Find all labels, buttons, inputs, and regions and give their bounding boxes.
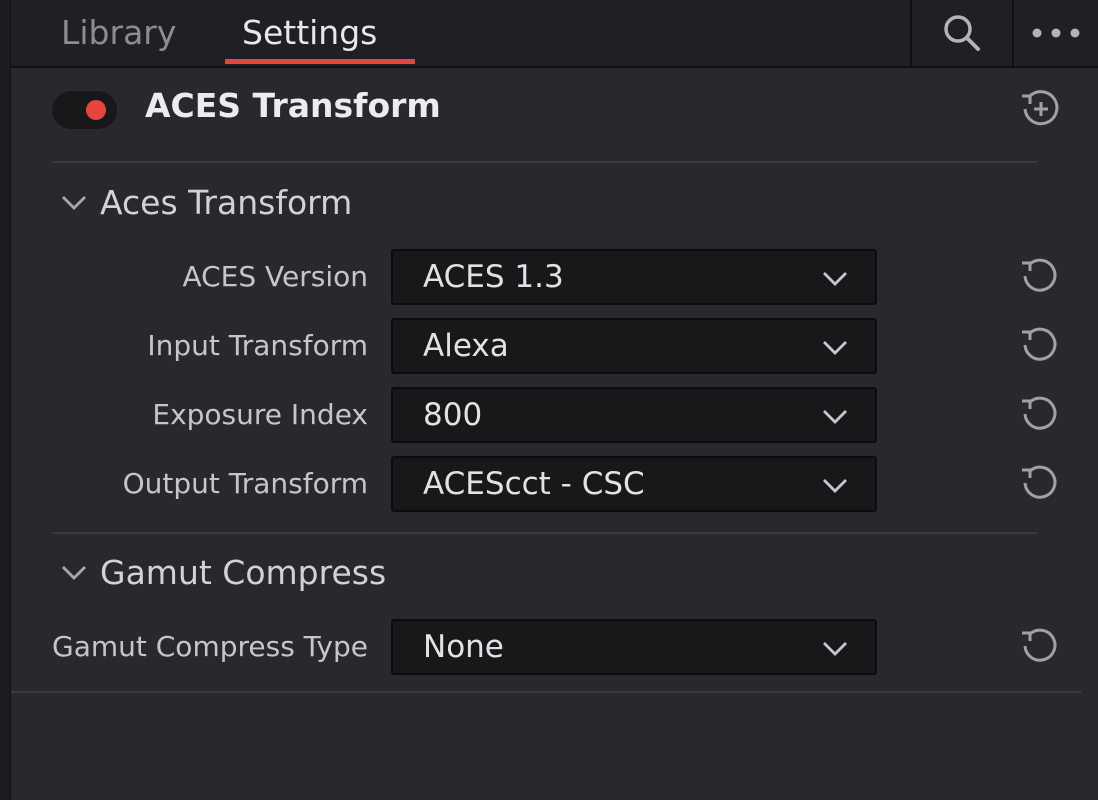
reset-icon — [1022, 396, 1057, 430]
output-transform-dropdown[interactable]: ACEScct - CSC — [391, 456, 877, 512]
header-reset-button[interactable] — [1015, 84, 1065, 134]
section-header-gamut-compress[interactable]: Gamut Compress — [58, 550, 386, 594]
input-transform-dropdown[interactable]: Alexa — [391, 318, 877, 374]
node-enable-toggle[interactable] — [52, 91, 117, 129]
tab-library[interactable]: Library — [61, 0, 176, 66]
section-header-aces-transform[interactable]: Aces Transform — [58, 180, 352, 224]
dropdown-value: Alexa — [423, 328, 509, 364]
reset-button[interactable] — [1016, 252, 1064, 300]
reset-icon — [1022, 258, 1057, 292]
more-horizontal-icon — [1032, 28, 1080, 38]
chevron-down-icon — [823, 479, 847, 493]
field-row-aces-version: ACES Version ACES 1.3 — [0, 249, 1098, 305]
chevron-down-icon — [823, 272, 847, 286]
dropdown-value: 800 — [423, 397, 483, 433]
more-options-button[interactable] — [1014, 0, 1098, 66]
reset-button[interactable] — [1016, 459, 1064, 507]
node-title: ACES Transform — [145, 86, 441, 125]
field-label: Output Transform — [122, 467, 368, 500]
section-title: Gamut Compress — [100, 552, 387, 592]
chevron-down-icon — [62, 196, 86, 210]
reset-button[interactable] — [1016, 390, 1064, 438]
reset-button[interactable] — [1016, 321, 1064, 369]
chevron-down-icon — [62, 566, 86, 580]
reset-add-icon — [1022, 90, 1059, 126]
active-tab-indicator — [225, 59, 415, 64]
search-button[interactable] — [912, 0, 1012, 66]
reset-button[interactable] — [1016, 622, 1064, 670]
chevron-down-icon — [823, 642, 847, 656]
reset-icon — [1022, 327, 1057, 361]
field-label: Gamut Compress Type — [52, 630, 368, 663]
toggle-indicator — [86, 100, 106, 120]
chevron-down-icon — [823, 410, 847, 424]
field-row-output-transform: Output Transform ACEScct - CSC — [0, 456, 1098, 512]
dropdown-value: ACEScct - CSC — [423, 466, 645, 502]
search-icon — [944, 15, 980, 51]
section-divider — [52, 161, 1037, 163]
section-divider — [52, 532, 1037, 534]
field-row-gamut-compress-type: Gamut Compress Type None — [0, 619, 1098, 675]
gamut-compress-type-dropdown[interactable]: None — [391, 619, 877, 675]
dropdown-value: ACES 1.3 — [423, 259, 564, 295]
chevron-down-icon — [823, 341, 847, 355]
field-label: ACES Version — [182, 260, 368, 293]
field-label: Input Transform — [147, 329, 368, 362]
exposure-index-dropdown[interactable]: 800 — [391, 387, 877, 443]
section-title: Aces Transform — [100, 182, 353, 222]
field-row-exposure-index: Exposure Index 800 — [0, 387, 1098, 443]
field-row-input-transform: Input Transform Alexa — [0, 318, 1098, 374]
tab-settings[interactable]: Settings — [242, 0, 377, 66]
panel-bottom-divider — [11, 691, 1081, 693]
field-label: Exposure Index — [152, 398, 368, 431]
inspector-panel: Library Settings ACES Transform Aces Tra… — [0, 0, 1098, 800]
dropdown-value: None — [423, 629, 504, 665]
reset-icon — [1022, 465, 1057, 499]
reset-icon — [1022, 628, 1057, 662]
aces-version-dropdown[interactable]: ACES 1.3 — [391, 249, 877, 305]
